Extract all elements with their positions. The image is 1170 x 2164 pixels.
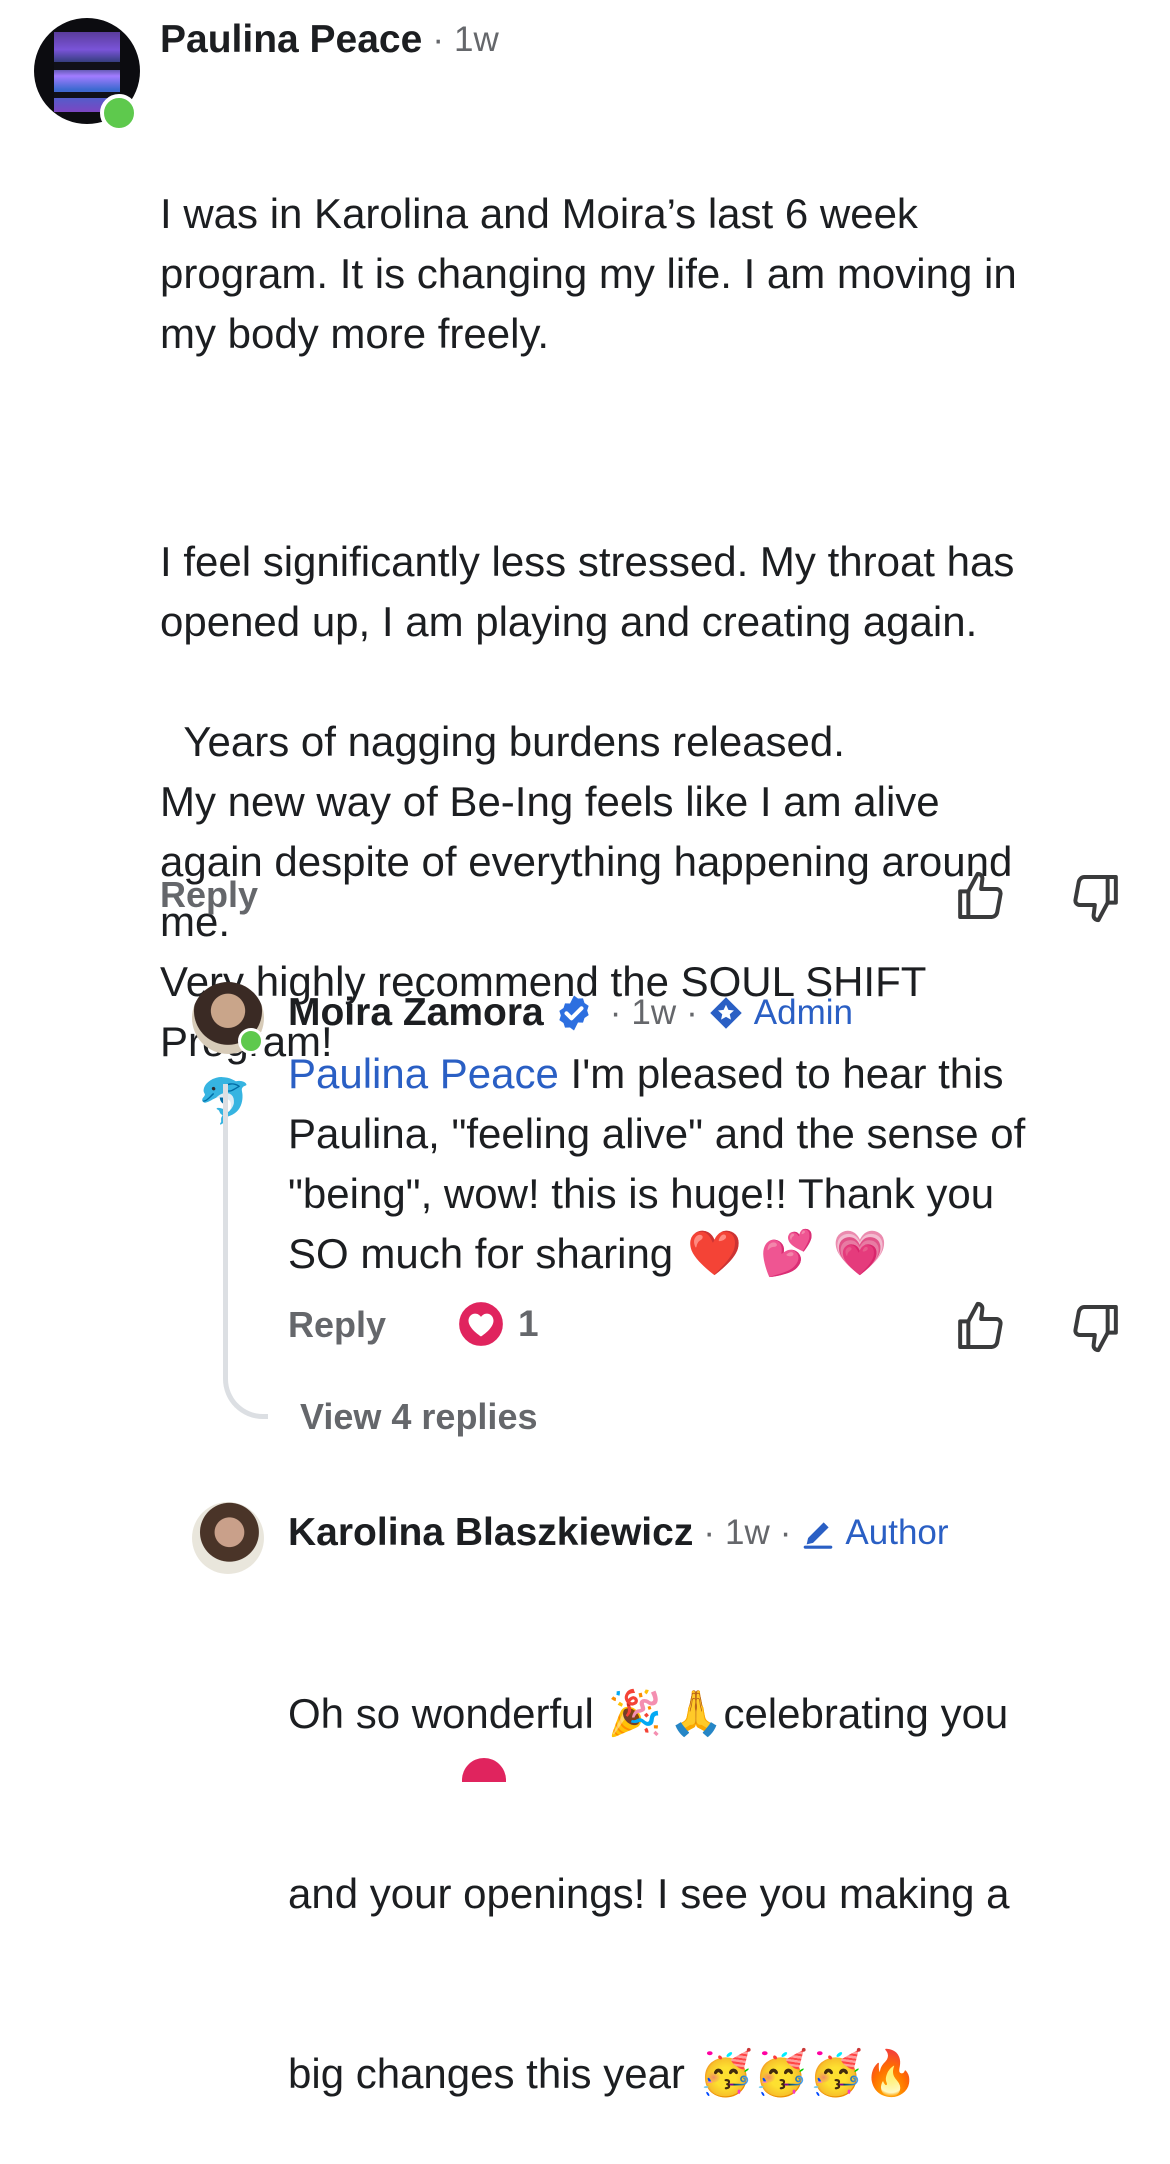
- author-badge: Author: [845, 1513, 949, 1552]
- two-hearts-emoji: 💕: [759, 1229, 815, 1278]
- comment-header: Paulina Peace · 1w: [160, 18, 499, 62]
- mention-link[interactable]: Paulina Peace: [288, 1050, 559, 1097]
- growing-heart-emoji: 💗: [832, 1229, 888, 1278]
- dislike-icon[interactable]: [1068, 870, 1124, 926]
- comment-body: Oh so wonderful 🎉 🙏celebrating you and you…: [288, 1564, 1148, 2164]
- reply-button[interactable]: Reply: [288, 1304, 386, 1346]
- view-replies-link[interactable]: View 4 replies: [300, 1396, 537, 1438]
- red-heart-emoji: ❤️: [687, 1229, 742, 1278]
- partying-face-emoji: 🥳: [698, 2049, 754, 2098]
- comment-author[interactable]: Moira Zamora: [288, 991, 544, 1035]
- comment-body: Paulina Peace I'm pleased to hear this P…: [288, 1044, 1148, 1284]
- comment-header: Moira Zamora · 1w · Admin: [288, 990, 853, 1036]
- comment-line: big changes this year 🥳🥳🥳🔥: [288, 2044, 1148, 2104]
- folded-hands-emoji: 🙏: [668, 1689, 724, 1738]
- comment-time[interactable]: 1w: [631, 993, 676, 1033]
- like-icon[interactable]: [952, 1298, 1008, 1354]
- comment-paragraph: I was in Karolina and Moira’s last 6 wee…: [160, 190, 1017, 357]
- heart-reaction-icon: [456, 1299, 506, 1349]
- comment-text: celebrating you: [723, 1690, 1009, 1737]
- comment-author[interactable]: Paulina Peace: [160, 18, 422, 62]
- comment-header: Karolina Blaszkiewicz · 1w · Author: [288, 1510, 949, 1556]
- reply-button[interactable]: Reply: [160, 874, 258, 916]
- comment-time[interactable]: 1w: [725, 1513, 770, 1553]
- admin-badge: Admin: [753, 993, 854, 1032]
- comment-text: Oh so wonderful: [288, 1690, 594, 1737]
- meta-separator: ·: [703, 1513, 715, 1552]
- meta-separator: ·: [779, 1513, 792, 1552]
- meta-separator: ·: [686, 993, 698, 1032]
- comment-time[interactable]: 1w: [454, 20, 499, 60]
- reaction-summary[interactable]: 1: [456, 1298, 539, 1350]
- comment-body: I was in Karolina and Moira’s last 6 wee…: [160, 64, 1150, 1132]
- verified-icon: [554, 993, 594, 1033]
- comment-line: Oh so wonderful 🎉 🙏celebrating you: [288, 1684, 1148, 1744]
- online-status-dot: [238, 1028, 264, 1054]
- dislike-icon[interactable]: [1068, 1300, 1124, 1356]
- party-popper-emoji: 🎉: [607, 1689, 663, 1738]
- like-icon[interactable]: [952, 868, 1008, 924]
- partying-face-emoji: 🥳: [753, 2049, 809, 2098]
- comment-author[interactable]: Karolina Blaszkiewicz: [288, 1511, 693, 1555]
- avatar-karolina[interactable]: [192, 1502, 264, 1574]
- author-icon: [801, 1516, 835, 1550]
- comment-line: and your openings! I see you making a: [288, 1870, 1010, 1917]
- thread-connector: [223, 1084, 268, 1419]
- meta-separator: ·: [609, 993, 622, 1032]
- fire-emoji: 🔥: [863, 2049, 919, 2098]
- meta-separator: ·: [432, 20, 444, 59]
- comment-text: big changes this year: [288, 2050, 685, 2097]
- reaction-count: 1: [518, 1303, 539, 1344]
- partying-face-emoji: 🥳: [808, 2049, 864, 2098]
- admin-icon: [708, 995, 744, 1031]
- online-status-dot: [100, 94, 138, 132]
- comment-paragraph: I feel significantly less stressed. My t…: [160, 538, 1015, 645]
